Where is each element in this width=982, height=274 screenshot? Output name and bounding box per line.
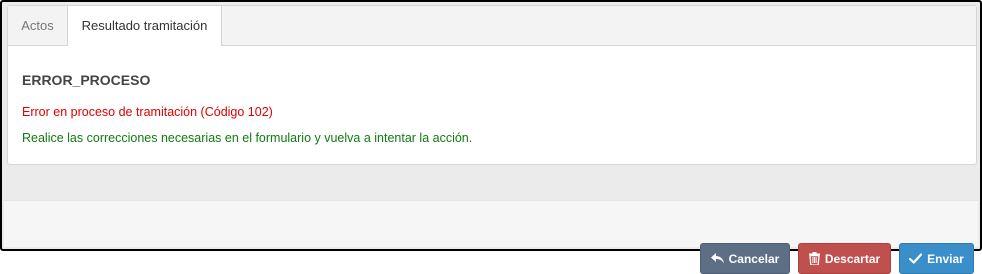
action-footer bbox=[4, 200, 978, 247]
result-title: ERROR_PROCESO bbox=[22, 72, 151, 88]
send-label: Enviar bbox=[927, 251, 964, 266]
tab-bar: Actos Resultado tramitación bbox=[8, 6, 976, 46]
tab-actos[interactable]: Actos bbox=[8, 6, 68, 45]
send-button[interactable]: Enviar bbox=[899, 243, 974, 274]
discard-label: Descartar bbox=[824, 251, 881, 266]
tab-resultado-tramitacion[interactable]: Resultado tramitación bbox=[68, 6, 222, 46]
cancel-button[interactable]: Cancelar bbox=[700, 243, 790, 274]
cancel-label: Cancelar bbox=[728, 251, 780, 266]
tab-panel: Actos Resultado tramitación ERROR_PROCES… bbox=[7, 5, 977, 165]
reply-arrow-icon bbox=[710, 253, 724, 264]
error-message: Error en proceso de tramitación (Código … bbox=[22, 105, 273, 119]
discard-button[interactable]: Descartar bbox=[798, 243, 891, 274]
dialog-frame: Actos Resultado tramitación ERROR_PROCES… bbox=[0, 0, 982, 251]
trash-icon bbox=[808, 252, 820, 265]
info-message: Realice las correcciones necesarias en e… bbox=[22, 131, 473, 145]
check-icon bbox=[909, 253, 923, 264]
